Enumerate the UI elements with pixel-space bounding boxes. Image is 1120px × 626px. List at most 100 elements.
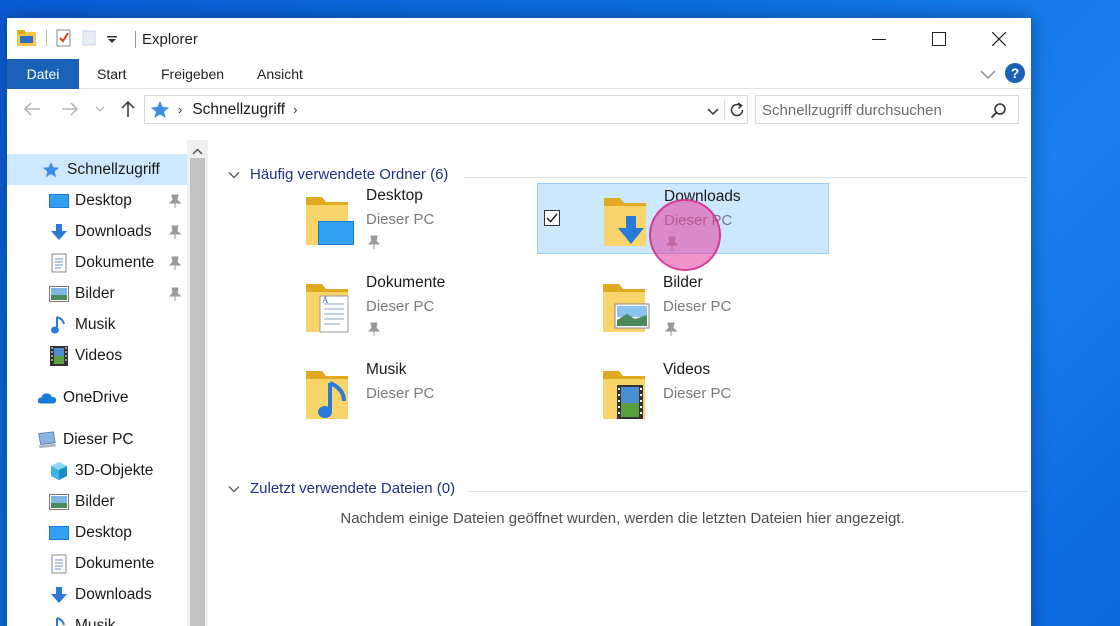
sidebar-item-schnellzugriff[interactable]: Schnellzugriff — [7, 154, 187, 185]
address-dropdown-icon[interactable] — [706, 104, 720, 122]
navigation-scrollbar[interactable] — [187, 140, 208, 626]
folder-location: Dieser PC — [366, 211, 435, 228]
sidebar-item-dieser-pc[interactable]: Dieser PC — [7, 424, 187, 455]
chevron-down-icon — [228, 171, 240, 178]
sidebar-item-3d-objekte[interactable]: 3D-Objekte — [7, 455, 187, 486]
tab-start[interactable]: Start — [97, 66, 127, 82]
sidebar-item-dokumente[interactable]: Dokumente — [7, 548, 187, 579]
folder-tile-videos[interactable]: Videos Dieser PC — [537, 357, 829, 428]
minimize-button[interactable] — [849, 18, 909, 59]
sidebar-item-musik[interactable]: Musik — [7, 610, 187, 626]
folder-location: Dieser PC — [366, 385, 435, 402]
sidebar-item-bilder-pinned[interactable]: Bilder — [7, 278, 187, 309]
expand-ribbon-icon[interactable] — [979, 67, 997, 86]
folder-name: Musik — [366, 361, 407, 378]
tab-datei[interactable]: Datei — [7, 59, 79, 89]
pin-icon[interactable] — [367, 322, 381, 341]
film-icon — [49, 345, 69, 366]
group-title: Zuletzt verwendete Dateien (0) — [250, 480, 456, 497]
separator — [46, 30, 47, 46]
sidebar-item-label: 3D-Objekte — [75, 461, 154, 479]
search-input[interactable]: Schnellzugriff durchsuchen — [755, 95, 1019, 124]
svg-text:A: A — [322, 295, 329, 305]
back-button[interactable] — [21, 97, 43, 121]
sidebar-item-desktop-pinned[interactable]: Desktop — [7, 185, 187, 216]
folder-location: Dieser PC — [663, 298, 732, 315]
folder-location: Dieser PC — [663, 385, 732, 402]
recent-locations-button[interactable] — [93, 97, 107, 121]
group-title: Häufig verwendete Ordner (6) — [250, 166, 449, 183]
quick-access-toolbar — [16, 28, 119, 48]
explorer-body: Schnellzugriff Desktop Downloads Dokumen… — [7, 140, 1031, 626]
breadcrumb-schnellzugriff[interactable]: Schnellzugriff — [192, 101, 285, 119]
tab-ansicht[interactable]: Ansicht — [257, 66, 303, 82]
refresh-icon[interactable] — [728, 101, 746, 124]
sidebar-item-label: Musik — [75, 616, 116, 626]
pin-icon[interactable] — [168, 256, 182, 275]
sidebar-item-downloads[interactable]: Downloads — [7, 579, 187, 610]
group-header-frequent[interactable]: Häufig verwendete Ordner (6) — [228, 166, 448, 183]
breadcrumb-separator-icon: › — [178, 102, 183, 117]
documents-folder-icon: A — [300, 276, 356, 336]
sidebar-item-downloads-pinned[interactable]: Downloads — [7, 216, 187, 247]
address-bar[interactable]: › Schnellzugriff › — [144, 95, 748, 124]
pin-icon[interactable] — [168, 287, 182, 306]
sidebar-item-label: Downloads — [75, 222, 152, 240]
star-icon — [150, 100, 170, 120]
pin-icon[interactable] — [664, 322, 678, 341]
properties-icon[interactable] — [55, 28, 73, 48]
sidebar-item-videos-quick[interactable]: Videos — [7, 340, 187, 371]
sidebar-item-dokumente-pinned[interactable]: Dokumente — [7, 247, 187, 278]
sidebar-item-label: Bilder — [75, 284, 115, 302]
desktop-icon — [49, 523, 69, 543]
customize-dropdown-icon[interactable] — [105, 28, 119, 48]
minimize-icon — [872, 38, 886, 40]
search-placeholder: Schnellzugriff durchsuchen — [762, 102, 942, 119]
folder-tile-dokumente[interactable]: A Dokumente Dieser PC — [240, 270, 532, 341]
title-separator — [135, 31, 136, 48]
download-arrow-icon — [49, 585, 69, 605]
computer-icon — [37, 430, 57, 450]
folder-tile-bilder[interactable]: Bilder Dieser PC — [537, 270, 829, 341]
close-button[interactable] — [969, 18, 1029, 59]
music-note-icon — [49, 315, 69, 335]
pictures-folder-icon — [597, 276, 653, 336]
sidebar-item-label: Desktop — [75, 523, 132, 541]
pin-icon[interactable] — [665, 236, 679, 255]
empty-recent-message: Nachdem einige Dateien geöffnet wurden, … — [340, 510, 905, 527]
sidebar-item-label: Dieser PC — [63, 430, 134, 448]
pin-icon[interactable] — [168, 194, 182, 213]
sidebar-item-label: Dokumente — [75, 554, 155, 572]
sidebar-item-musik-quick[interactable]: Musik — [7, 309, 187, 340]
up-button[interactable] — [117, 97, 139, 121]
music-folder-icon — [300, 363, 356, 423]
checkmark-icon — [546, 213, 558, 223]
sidebar-item-desktop[interactable]: Desktop — [7, 517, 187, 548]
document-icon — [49, 554, 69, 574]
selection-checkbox[interactable] — [544, 210, 560, 226]
sidebar-item-label: Schnellzugriff — [67, 160, 160, 178]
forward-button[interactable] — [59, 97, 81, 121]
address-divider — [724, 100, 725, 120]
chevron-down-icon — [228, 485, 240, 492]
folder-tile-musik[interactable]: Musik Dieser PC — [240, 357, 532, 428]
group-header-recent[interactable]: Zuletzt verwendete Dateien (0) — [228, 480, 455, 497]
folder-tile-desktop[interactable]: Desktop Dieser PC — [240, 183, 532, 254]
music-note-icon — [49, 616, 69, 626]
pin-icon[interactable] — [367, 235, 381, 254]
breadcrumb-chevron-icon[interactable]: › — [293, 102, 297, 117]
pin-icon[interactable] — [168, 225, 182, 244]
sidebar-item-label: Downloads — [75, 585, 152, 603]
scroll-thumb[interactable] — [190, 158, 205, 626]
maximize-button[interactable] — [909, 18, 969, 59]
tab-freigeben[interactable]: Freigeben — [161, 66, 224, 82]
folder-tile-downloads[interactable]: Downloads Dieser PC — [537, 183, 829, 254]
search-icon — [990, 102, 1007, 124]
new-folder-icon[interactable] — [81, 28, 99, 48]
sidebar-item-bilder[interactable]: Bilder — [7, 486, 187, 517]
picture-icon — [49, 284, 69, 304]
sidebar-item-onedrive[interactable]: OneDrive — [7, 382, 187, 413]
help-icon[interactable]: ? — [1005, 63, 1025, 83]
folder-location: Dieser PC — [366, 298, 435, 315]
sidebar-item-label: Videos — [75, 346, 123, 364]
